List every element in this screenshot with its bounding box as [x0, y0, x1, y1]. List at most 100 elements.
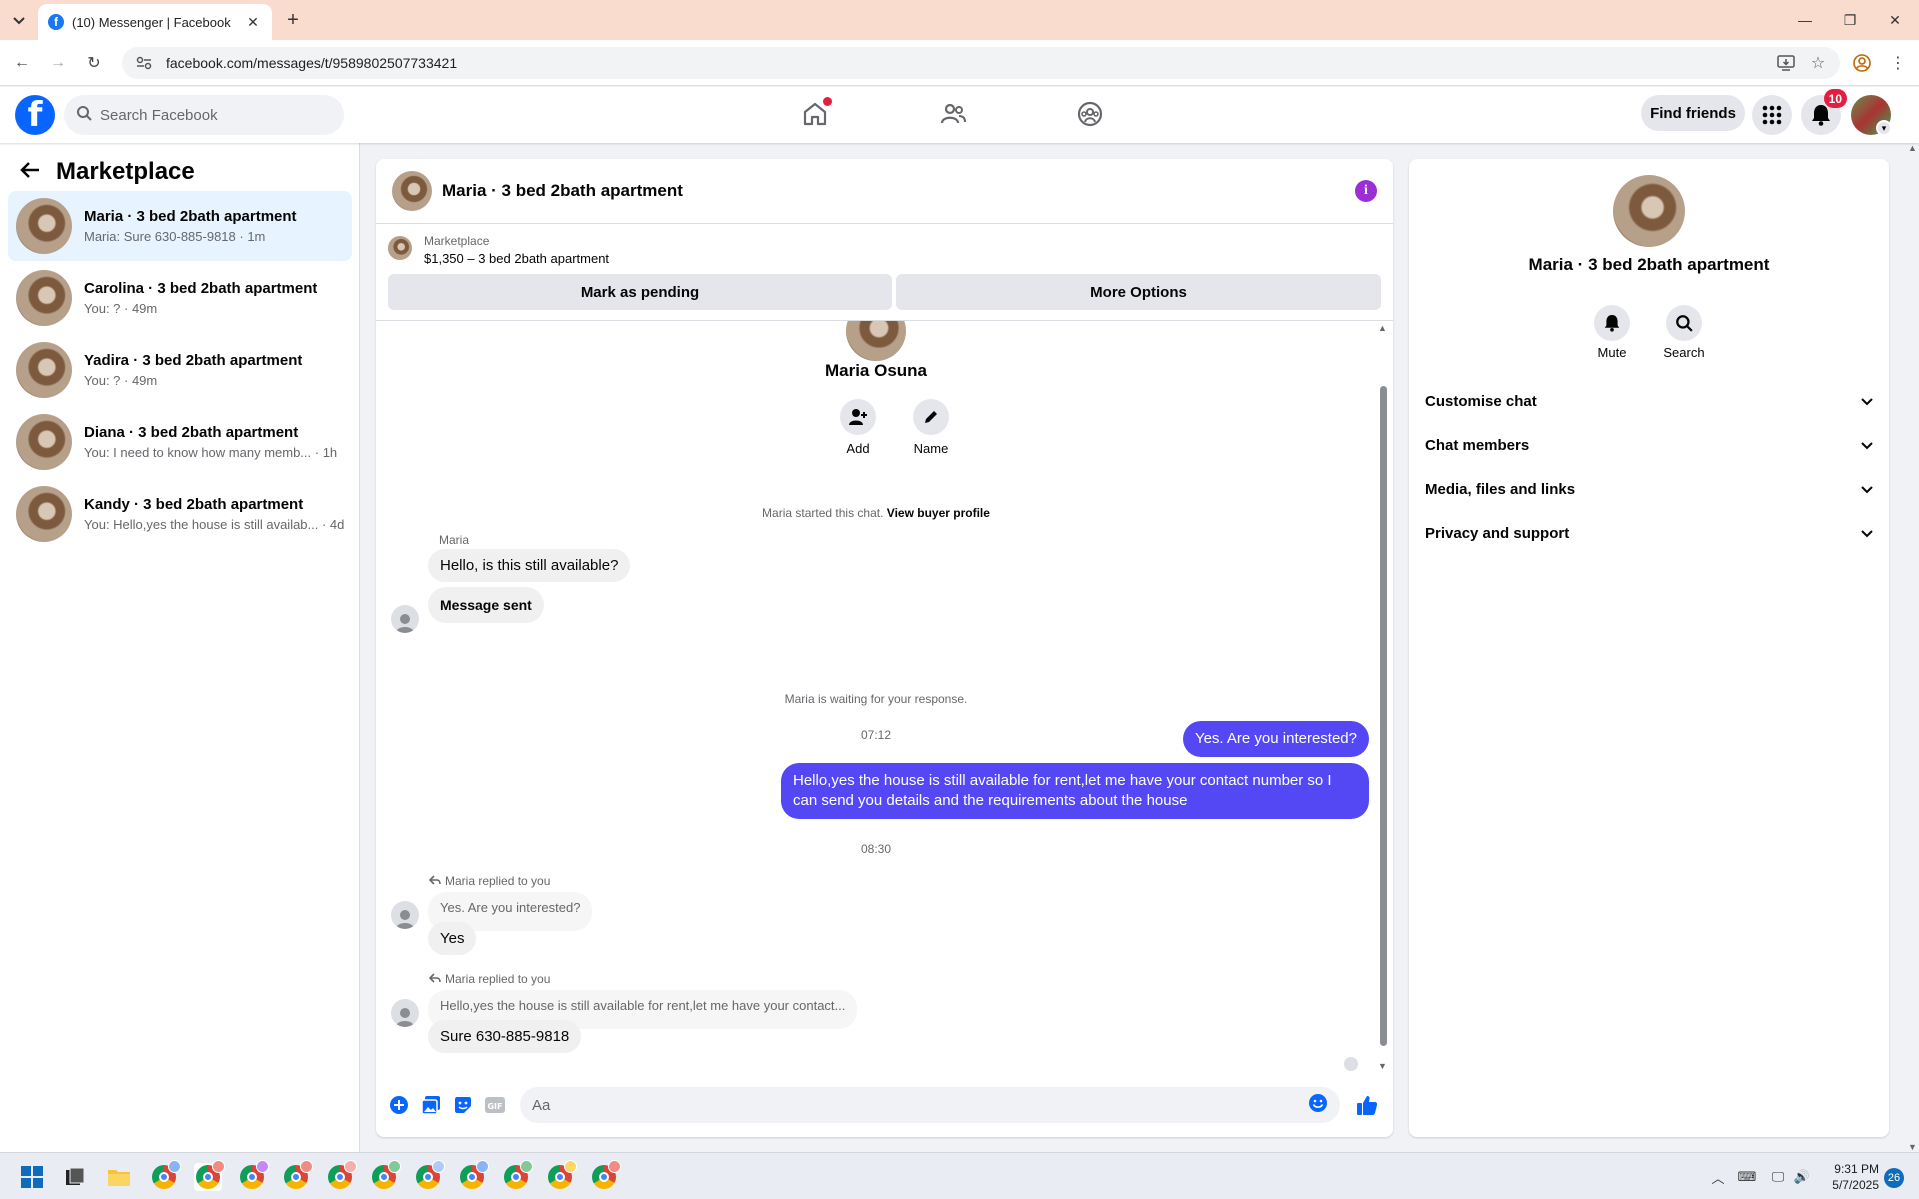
search-label[interactable]: Search: [1649, 345, 1719, 360]
seen-receipt-avatar: [1344, 1057, 1358, 1071]
plus-circle-icon[interactable]: [384, 1090, 414, 1120]
chrome-icon[interactable]: [326, 1160, 357, 1191]
browser-menu-icon[interactable]: ⋮: [1886, 51, 1910, 75]
facebook-search-box[interactable]: [64, 95, 344, 135]
incoming-message[interactable]: Message sent: [428, 587, 544, 623]
notification-center-badge[interactable]: 26: [1884, 1168, 1904, 1188]
chrome-icon[interactable]: [590, 1160, 621, 1191]
scroll-up-arrow-icon[interactable]: ▲: [1378, 323, 1387, 333]
chrome-icon[interactable]: [546, 1160, 577, 1191]
outgoing-message[interactable]: Yes. Are you interested?: [1182, 721, 1369, 757]
edit-name-pencil-icon[interactable]: [913, 399, 949, 435]
listing-price-title[interactable]: $1,350 – 3 bed 2bath apartment: [424, 251, 609, 266]
chrome-icon[interactable]: [150, 1160, 181, 1191]
section-label: Chat members: [1425, 436, 1530, 454]
install-app-icon[interactable]: [1776, 53, 1796, 73]
keyboard-icon[interactable]: ⌨: [1737, 1167, 1757, 1187]
sticker-icon[interactable]: [448, 1090, 478, 1120]
listing-thumbnail: [16, 486, 72, 542]
reply-arrow-icon: [428, 874, 441, 888]
emoji-icon[interactable]: [1308, 1093, 1328, 1118]
chrome-icon[interactable]: [238, 1160, 269, 1191]
incoming-message[interactable]: Yes: [428, 922, 477, 955]
task-view-icon[interactable]: [61, 1163, 89, 1191]
tray-chevron-up-icon[interactable]: ︿: [1708, 1167, 1728, 1187]
photo-gallery-icon[interactable]: [416, 1090, 446, 1120]
message-scrollbar-thumb[interactable]: [1380, 386, 1387, 1046]
page-scroll-up-arrow-icon[interactable]: ▲: [1908, 143, 1917, 153]
notifications-bell-icon[interactable]: 10: [1801, 89, 1847, 135]
conversation-item[interactable]: Yadira · 3 bed 2bath apartment You: ? · …: [8, 335, 352, 405]
scroll-down-arrow-icon[interactable]: ▼: [1378, 1061, 1387, 1071]
more-options-button[interactable]: More Options: [896, 274, 1381, 310]
incoming-message[interactable]: Sure 630-885-9818: [428, 1020, 582, 1053]
customise-chat-row[interactable]: Customise chat: [1425, 383, 1873, 419]
marketplace-conversation-list: Marketplace Maria · 3 bed 2bath apartmen…: [0, 143, 360, 1152]
add-person-icon[interactable]: [840, 399, 876, 435]
page-scrollbar[interactable]: ▲ ▼: [1905, 143, 1919, 1152]
message-scrollbar[interactable]: ▲ ▼: [1377, 321, 1389, 1073]
restore-icon[interactable]: ❐: [1836, 6, 1864, 34]
chrome-icon[interactable]: [458, 1160, 489, 1191]
back-arrow-icon[interactable]: ←: [10, 51, 34, 75]
back-arrow-icon[interactable]: [20, 161, 40, 184]
media-files-links-row[interactable]: Media, files and links: [1425, 471, 1873, 507]
view-buyer-profile-link[interactable]: View buyer profile: [887, 506, 990, 520]
thumbs-up-icon[interactable]: [1352, 1090, 1382, 1120]
chrome-icon[interactable]: [282, 1160, 313, 1191]
chrome-icon[interactable]: [194, 1160, 225, 1191]
conversation-item[interactable]: Kandy · 3 bed 2bath apartment You: Hello…: [8, 479, 352, 549]
browser-tab-messenger[interactable]: f (10) Messenger | Facebook ✕: [38, 4, 272, 40]
window-close-icon[interactable]: ✕: [1881, 6, 1909, 34]
chrome-icon[interactable]: [414, 1160, 445, 1191]
conversation-item[interactable]: Maria · 3 bed 2bath apartment Maria: Sur…: [8, 191, 352, 261]
site-settings-icon[interactable]: [134, 53, 154, 73]
message-input-box[interactable]: [520, 1087, 1340, 1123]
windows-start-icon[interactable]: [18, 1163, 46, 1191]
profile-icon[interactable]: [1850, 51, 1874, 75]
info-icon[interactable]: i: [1355, 180, 1377, 202]
minimize-icon[interactable]: —: [1791, 6, 1819, 34]
groups-icon[interactable]: [1073, 97, 1107, 131]
message-input[interactable]: [532, 1096, 1308, 1114]
chat-listing-thumbnail[interactable]: [392, 171, 432, 211]
home-icon[interactable]: [798, 97, 832, 131]
sidebar-title: Marketplace: [56, 158, 195, 185]
chrome-icon[interactable]: [370, 1160, 401, 1191]
friends-icon[interactable]: [936, 97, 970, 131]
bookmark-star-icon[interactable]: ☆: [1808, 53, 1828, 73]
chevron-down-icon: [1861, 393, 1873, 410]
account-chevron-icon[interactable]: ▾: [1876, 120, 1892, 136]
find-friends-button[interactable]: Find friends: [1641, 95, 1745, 131]
page-scroll-down-arrow-icon[interactable]: ▼: [1908, 1142, 1917, 1152]
menu-grid-icon[interactable]: [1752, 95, 1792, 135]
new-tab-plus-icon[interactable]: +: [282, 9, 304, 31]
reload-icon[interactable]: ↻: [82, 51, 106, 75]
outgoing-message[interactable]: Hello,yes the house is still available f…: [781, 763, 1369, 819]
gif-icon[interactable]: GIF: [480, 1090, 510, 1120]
tab-search-chevron-icon[interactable]: [8, 10, 30, 32]
mute-bell-icon[interactable]: [1594, 305, 1630, 341]
conversation-item[interactable]: Carolina · 3 bed 2bath apartment You: ? …: [8, 263, 352, 333]
conversation-item[interactable]: Diana · 3 bed 2bath apartment You: I nee…: [8, 407, 352, 477]
mark-as-pending-button[interactable]: Mark as pending: [388, 274, 892, 310]
incoming-message[interactable]: Hello, is this still available?: [428, 549, 631, 582]
chrome-icon[interactable]: [502, 1160, 533, 1191]
network-icon[interactable]: 🖵: [1768, 1167, 1788, 1187]
file-explorer-icon[interactable]: [105, 1163, 133, 1191]
facebook-search-input[interactable]: [100, 106, 320, 124]
chat-title[interactable]: Maria · 3 bed 2bath apartment: [442, 181, 1345, 201]
chat-members-row[interactable]: Chat members: [1425, 427, 1873, 463]
tab-close-icon[interactable]: ✕: [244, 13, 262, 31]
privacy-support-row[interactable]: Privacy and support: [1425, 515, 1873, 551]
system-clock[interactable]: 9:31 PM 5/7/2025: [1817, 1161, 1879, 1193]
facebook-logo-icon[interactable]: f: [15, 95, 55, 135]
facebook-header: f Find friends 10 ▾: [0, 87, 1919, 143]
details-title: Maria · 3 bed 2bath apartment: [1528, 255, 1770, 274]
volume-icon[interactable]: 🔊: [1792, 1167, 1812, 1187]
forward-arrow-icon[interactable]: →: [46, 51, 70, 75]
listing-thumbnail: [16, 414, 72, 470]
search-icon[interactable]: [1666, 305, 1702, 341]
mute-label[interactable]: Mute: [1577, 345, 1647, 360]
url-omnibox[interactable]: facebook.com/messages/t/9589802507733421…: [122, 47, 1840, 79]
